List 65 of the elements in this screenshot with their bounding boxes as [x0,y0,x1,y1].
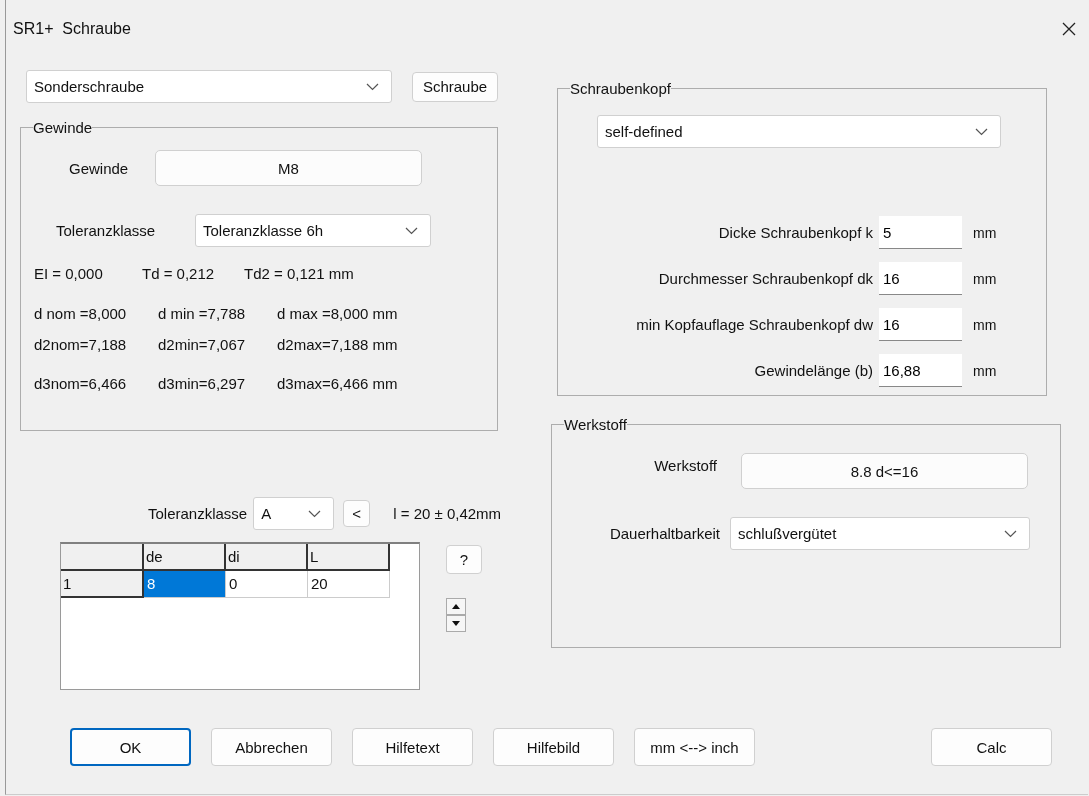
durability-dropdown[interactable]: schlußvergütet [730,517,1030,550]
input-field[interactable]: 5 [879,216,962,249]
result-value: d max =8,000 mm [277,305,398,322]
help-button[interactable]: ? [446,545,482,574]
unit-label: mm [973,362,997,379]
field-label: Gewinde [69,159,130,177]
result-value: d2max=7,188 mm [277,336,398,353]
thread-field[interactable]: M8 [155,150,422,186]
tolerance-dropdown[interactable]: Toleranzklasse 6h [195,214,431,247]
input-field[interactable]: 16 [879,262,962,295]
length-result: l = 20 ± 0,42mm [393,505,502,522]
field-label: Gewindelänge (b) [753,362,873,379]
result-value: d2nom=7,188 [34,336,128,353]
chevron-down-icon [1004,529,1017,538]
result-value: d3min=6,297 [158,375,247,392]
column-header[interactable]: de [144,544,226,571]
input-field[interactable]: 16,88 [879,354,962,387]
back-button[interactable]: < [343,500,371,527]
result-value: d3max=6,466 mm [277,375,398,392]
dialog-button[interactable]: OK [70,728,191,766]
table-cell[interactable]: 0 [226,571,308,598]
dialog-button[interactable]: Abbrechen [211,728,332,766]
window-title: SR1+ Schraube [13,20,131,38]
result-value: d2min=7,067 [158,336,247,353]
table-cell[interactable]: 20 [308,571,390,598]
field-label: Toleranzklasse [148,505,248,522]
result-value: Td2 = 0,121 mm [244,265,354,282]
screw-button[interactable]: Schraube [412,71,498,102]
tolerance-class-dropdown[interactable]: A [253,497,335,530]
result-value: d3nom=6,466 [34,375,128,392]
chevron-down-icon [405,226,418,235]
unit-label: mm [973,224,997,241]
result-value: d min =7,788 [158,305,247,322]
field-label: Toleranzklasse [56,222,157,239]
field-label: min Kopfauflage Schraubenkopf dw [635,316,873,333]
column-header[interactable]: di [226,544,308,571]
group-title: Schraubenkopf [570,80,671,97]
chevron-down-icon [366,82,379,91]
column-header[interactable]: L [308,544,390,571]
chevron-down-icon [308,509,322,518]
input-field[interactable]: 16 [879,308,962,341]
screw-type-dropdown[interactable]: Sonderschraube [26,70,392,103]
dialog-button[interactable]: Hilfebild [493,728,614,766]
head-type-dropdown[interactable]: self-defined [597,115,1001,148]
data-table[interactable]: de di L 1 8 0 20 [60,542,420,690]
material-field[interactable]: 8.8 d<=16 [741,453,1028,489]
group-title: Gewinde [33,119,93,136]
table-cell[interactable]: 8 [144,571,226,598]
dialog-button[interactable]: Hilfetext [352,728,473,766]
field-label: Durchmesser Schraubenkopf dk [657,270,873,287]
field-label: Werkstoff [653,457,717,474]
dialog-button[interactable]: Calc [931,728,1052,766]
result-value: Td = 0,212 [142,265,216,282]
dialog-button[interactable]: mm <--> inch [634,728,755,766]
spin-button[interactable] [446,598,466,632]
unit-label: mm [973,270,997,287]
close-icon[interactable] [1062,22,1076,36]
result-value: d nom =8,000 [34,305,128,322]
unit-label: mm [973,316,997,333]
field-label: Dicke Schraubenkopf k [717,224,873,241]
row-header[interactable]: 1 [61,571,144,598]
group-title: Werkstoff [564,416,627,433]
result-value: EI = 0,000 [34,265,104,282]
chevron-down-icon [975,127,988,136]
field-label: Dauerhaltbarkeit [608,525,720,542]
